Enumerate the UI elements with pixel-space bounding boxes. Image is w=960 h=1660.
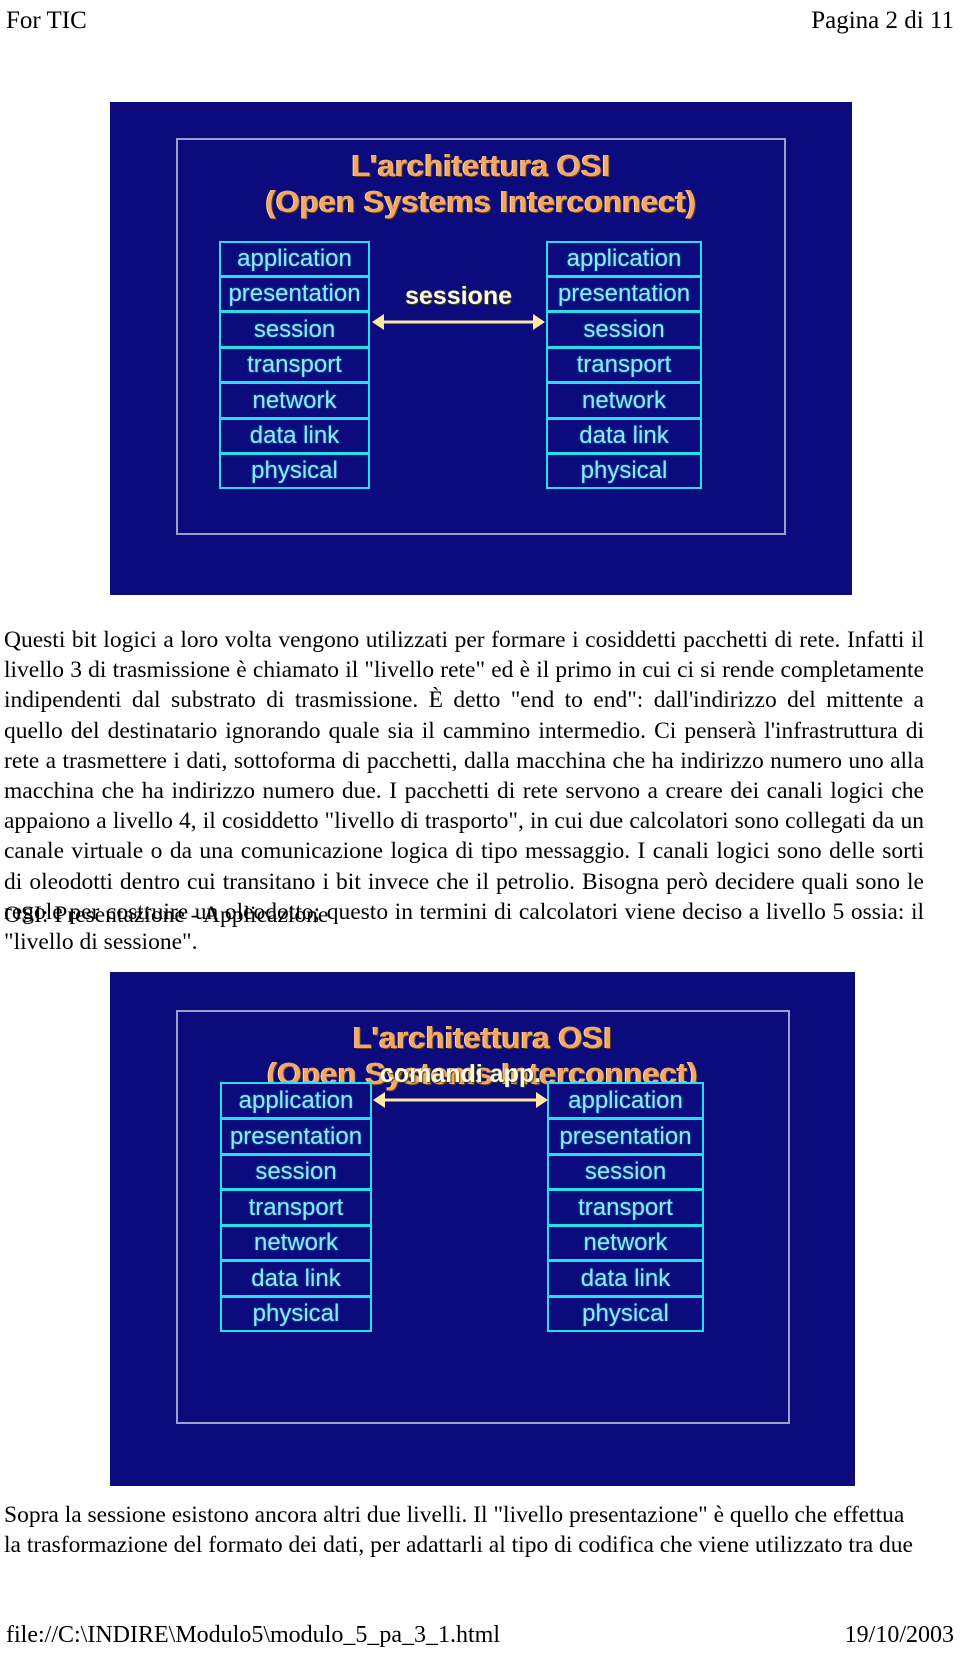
arrow-head-right-icon [536,1092,548,1108]
slide-one-right-stack: application presentation session transpo… [546,241,702,489]
layer-session-right-2: session [547,1154,704,1189]
layer-physical-left-1: physical [219,453,370,489]
layer-session-left-1: session [219,311,370,347]
arrow-line-icon [381,1098,540,1102]
slide-two-application-arrow: comandi app. [373,1060,548,1111]
header-page-number: Pagina 2 di 11 [811,7,954,34]
layer-application-right-2: application [547,1082,704,1118]
layer-network-right-2: network [547,1225,704,1260]
layer-transport-right-2: transport [547,1189,704,1225]
osi-architecture-slide-one: L'architettura OSI (Open Systems Intercon… [110,102,852,595]
layer-transport-left-2: transport [220,1189,372,1225]
layer-presentation-left-2: presentation [220,1118,372,1154]
slide-one-arrow-label: sessione [404,282,512,310]
arrow-head-right-icon [533,314,545,330]
layer-presentation-left-1: presentation [219,276,370,311]
slide-two-title-line1: L'architettura OSI [353,1020,612,1055]
layer-datalink-right-2: data link [547,1260,704,1296]
slide-one-title-line2: (Open Systems Interconnect) [265,183,697,219]
layer-session-left-2: session [220,1154,372,1189]
layer-datalink-right-1: data link [546,418,702,453]
header-document-title: For TIC [6,7,87,34]
layer-datalink-left-1: data link [219,418,370,453]
layer-network-left-2: network [220,1225,372,1260]
slide-one-session-arrow: sessione [372,282,545,333]
layer-transport-right-1: transport [546,347,702,382]
footer-date: 19/10/2003 [844,1622,954,1648]
layer-network-left-1: network [219,382,370,418]
layer-network-right-1: network [546,382,702,418]
section-heading-presentazione-applicazione: OSI: Presentazione - Applicazione [4,902,329,928]
layer-application-left-1: application [219,241,370,276]
layer-physical-left-2: physical [220,1296,372,1332]
arrow-head-left-icon [373,1092,385,1108]
footer-file-path: file://C:\INDIRE\Modulo5\modulo_5_pa_3_1… [6,1622,500,1648]
slide-one-title-line1: L'architettura OSI [351,148,611,183]
layer-presentation-right-1: presentation [546,276,702,311]
page-header: For TIC Pagina 2 di 11 [0,6,960,40]
osi-architecture-slide-two: L'architettura OSI (Open Systems Intercon… [110,972,855,1486]
page-footer: file://C:\INDIRE\Modulo5\modulo_5_pa_3_1… [0,1616,960,1650]
arrow-line-icon [380,320,537,324]
arrow-head-left-icon [372,314,384,330]
paragraph-presentation-level: Sopra la sessione esistono ancora altri … [4,1502,913,1559]
slide-two-arrow-label: comandi app. [379,1060,542,1088]
slide-two-left-stack: application presentation session transpo… [220,1082,372,1332]
layer-session-right-1: session [546,311,702,347]
layer-physical-right-2: physical [547,1296,704,1332]
slide-one-left-stack: application presentation session transpo… [219,241,370,489]
layer-presentation-right-2: presentation [547,1118,704,1154]
layer-physical-right-1: physical [546,453,702,489]
layer-transport-left-1: transport [219,347,370,382]
layer-application-left-2: application [220,1082,372,1118]
layer-application-right-1: application [546,241,702,276]
slide-one-title: L'architettura OSI (Open Systems Intercon… [110,148,852,220]
layer-datalink-left-2: data link [220,1260,372,1296]
slide-two-right-stack: application presentation session transpo… [547,1082,704,1332]
